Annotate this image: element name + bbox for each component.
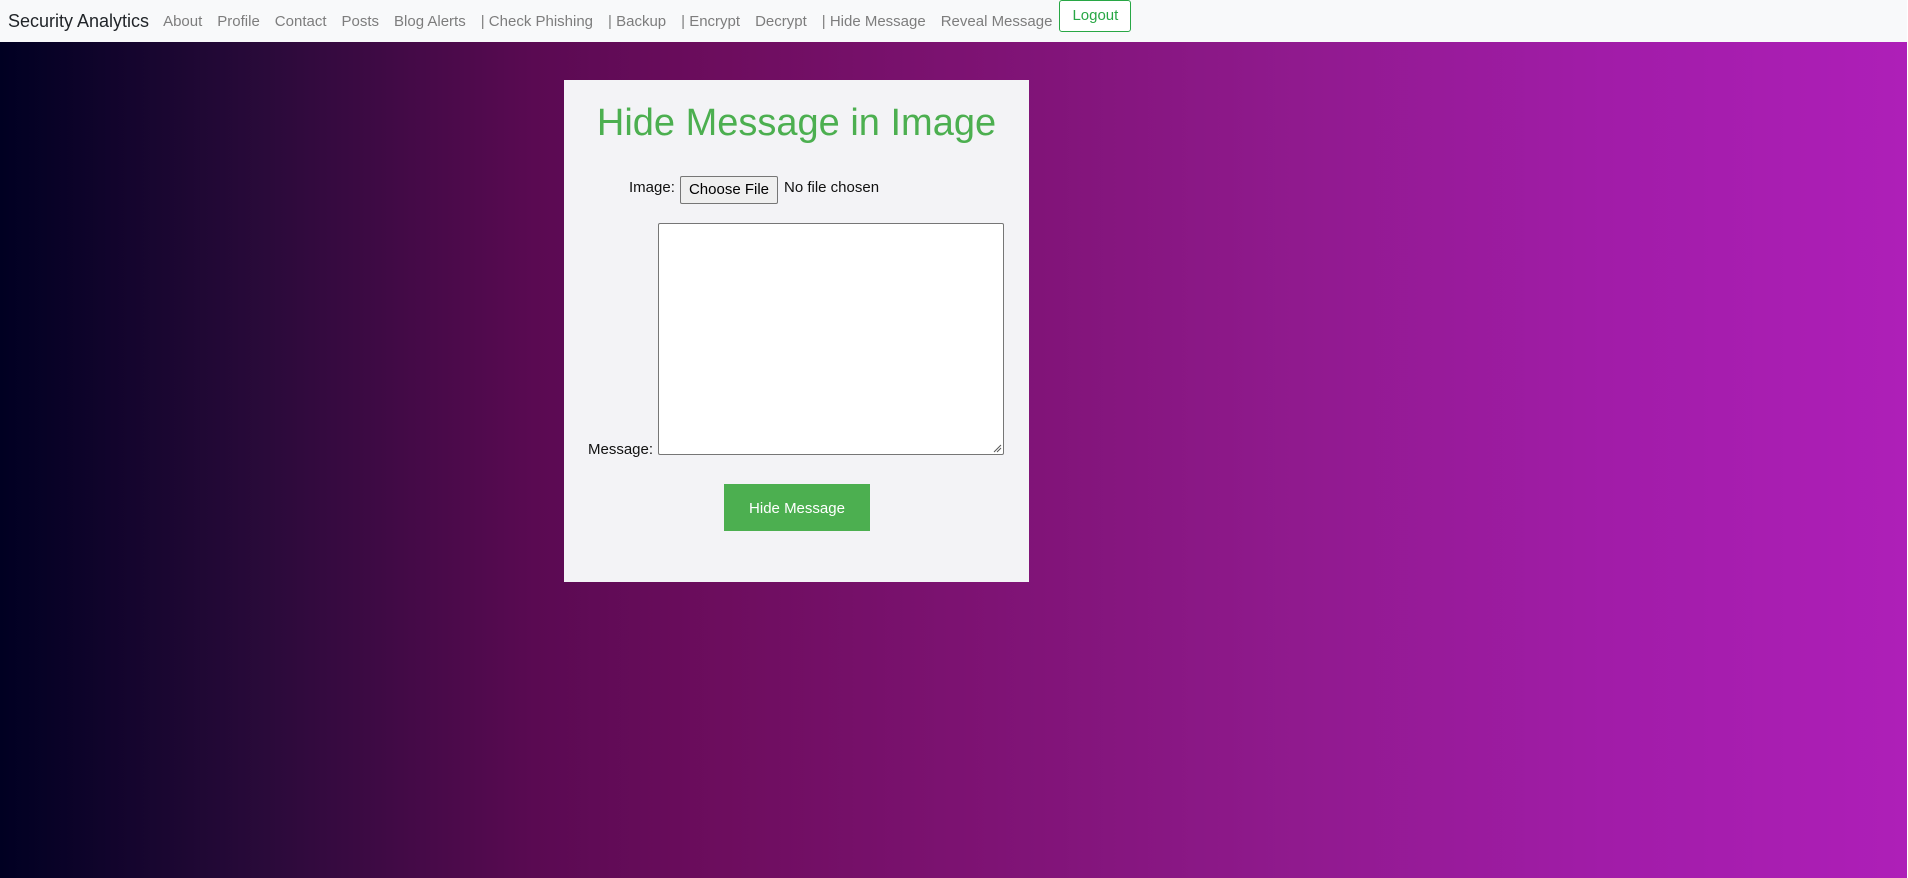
nav-link-reveal-message[interactable]: Reveal Message [941, 13, 1053, 30]
navbar: Security Analytics About Profile Contact… [0, 0, 1908, 42]
nav-link-check-phishing[interactable]: | Check Phishing [481, 13, 593, 30]
nav-link-contact[interactable]: Contact [275, 13, 327, 30]
nav-link-profile[interactable]: Profile [217, 13, 260, 30]
resize-grip-icon[interactable] [992, 443, 1002, 453]
brand-logo-text[interactable]: Security Analytics [8, 11, 149, 32]
nav-link-encrypt[interactable]: | Encrypt [681, 13, 740, 30]
choose-file-button[interactable]: Choose File [680, 176, 778, 204]
nav-link-posts[interactable]: Posts [342, 13, 380, 30]
file-status-text: No file chosen [784, 179, 880, 196]
logout-button[interactable]: Logout [1059, 0, 1132, 32]
nav-link-about[interactable]: About [163, 13, 202, 30]
nav-link-hide-message[interactable]: | Hide Message [822, 13, 926, 30]
nav-link-backup[interactable]: | Backup [608, 13, 666, 30]
page-title: Hide Message in Image [596, 102, 997, 144]
image-label: Image: [629, 179, 675, 196]
message-label: Message: [588, 441, 654, 458]
hide-message-button[interactable]: Hide Message [724, 484, 870, 531]
nav-link-decrypt[interactable]: Decrypt [755, 13, 807, 30]
message-textarea[interactable] [658, 223, 1004, 455]
nav-link-blog-alerts[interactable]: Blog Alerts [394, 13, 466, 30]
